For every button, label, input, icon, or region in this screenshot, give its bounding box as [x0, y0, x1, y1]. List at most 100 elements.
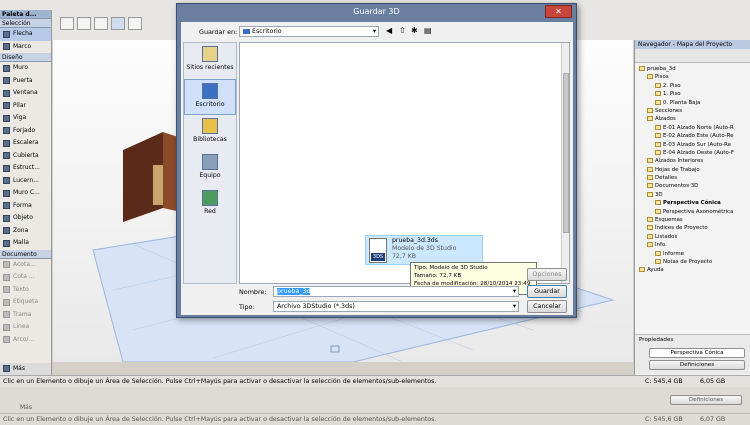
tool-diseno-8[interactable]: Estruct...	[0, 162, 51, 175]
tool-diseno-9[interactable]: Lucern...	[0, 175, 51, 188]
tree-item[interactable]: Notas de Proyecto	[639, 258, 750, 266]
tool-seleccion-1[interactable]: Marco	[0, 41, 51, 54]
tool-diseno-icon	[3, 239, 10, 247]
tree-item[interactable]: E-04 Alzado Oeste (Auto-F	[639, 149, 750, 157]
marquee-tool-icon[interactable]	[77, 17, 91, 30]
tool-diseno-1[interactable]: Puerta	[0, 75, 51, 88]
tree-item[interactable]: Índices de Proyecto	[639, 224, 750, 232]
tool-documento-icon	[3, 323, 10, 331]
dialog-title: Guardar 3D	[353, 7, 400, 16]
tree-node-icon	[639, 66, 645, 71]
tree-item[interactable]: Info.	[639, 241, 750, 249]
mas-button[interactable]: Más	[0, 362, 51, 375]
tree-item[interactable]: Ayuda	[639, 266, 750, 274]
tool-documento-6[interactable]: Arco/...	[0, 334, 51, 347]
back-icon[interactable]: ◀	[386, 26, 392, 35]
tree-node-icon	[655, 141, 661, 147]
tool-documento-4[interactable]: Trama	[0, 309, 51, 322]
tree-item[interactable]: Secciones	[639, 107, 750, 115]
tree-node-icon	[647, 217, 653, 223]
tool-diseno-5[interactable]: Forjado	[0, 125, 51, 138]
place-0[interactable]: Sitios recientes	[184, 43, 236, 79]
nombre-value: prueba_3d	[277, 288, 311, 295]
tool-diseno-icon	[3, 152, 10, 160]
new-folder-icon[interactable]: ✱	[411, 26, 418, 35]
tool-diseno-14[interactable]: Malla	[0, 237, 51, 250]
tree-item[interactable]: Hojas de Trabajo	[639, 166, 750, 174]
nombre-input[interactable]: prueba_3d ▾	[273, 286, 519, 297]
tree-item[interactable]: Detalles	[639, 174, 750, 182]
tree-item[interactable]: Perspectiva Axonométrica	[639, 208, 750, 216]
tree-item[interactable]: 1. Piso	[639, 90, 750, 98]
dialog-body: Guardar en: Escritorio ▾ ◀ ⇧ ✱ ▤ Sitios …	[181, 22, 573, 315]
place-2[interactable]: Bibliotecas	[184, 115, 236, 151]
tree-item[interactable]: 0. Planta Baja	[639, 99, 750, 107]
opciones-button[interactable]: Opciones	[527, 268, 567, 281]
tree-item[interactable]: E-02 Alzado Este (Auto-Re	[639, 132, 750, 140]
cancelar-button[interactable]: Cancelar	[527, 300, 567, 313]
up-folder-icon[interactable]: ⇧	[399, 26, 406, 35]
tree-item[interactable]: Documentos 3D	[639, 182, 750, 190]
tree-item-label: Perspectiva Cónica	[663, 200, 721, 207]
tree-item[interactable]: E-03 Alzado Sur (Auto-Re	[639, 141, 750, 149]
tool-diseno-icon	[3, 89, 10, 97]
hand-tool-icon[interactable]	[111, 17, 125, 30]
tree-item-label: E-03 Alzado Sur (Auto-Re	[663, 141, 731, 148]
tool-diseno-6[interactable]: Escalera	[0, 137, 51, 150]
tool-diseno-12[interactable]: Objeto	[0, 212, 51, 225]
tool-diseno-3[interactable]: Pilar	[0, 100, 51, 113]
tool-documento-5[interactable]: Línea	[0, 321, 51, 334]
tree-item[interactable]: Alzados Interiores	[639, 157, 750, 165]
tool-diseno-0[interactable]: Muro	[0, 62, 51, 75]
tipo-select[interactable]: Archivo 3DStudio (*.3ds) ▾	[273, 301, 519, 312]
tree-item[interactable]: Esquemas	[639, 216, 750, 224]
perspective-field[interactable]: Perspectiva Cónica	[649, 348, 745, 358]
place-3[interactable]: Equipo	[184, 151, 236, 187]
tool-diseno-11[interactable]: Forma	[0, 200, 51, 213]
tool-diseno-10[interactable]: Muro C...	[0, 187, 51, 200]
tool-documento-2[interactable]: Texto	[0, 284, 51, 297]
tool-documento-label: Línea	[13, 323, 30, 330]
close-button[interactable]: ✕	[545, 5, 572, 18]
tool-documento-3[interactable]: Etiqueta	[0, 296, 51, 309]
tree-item[interactable]: 2. Piso	[639, 82, 750, 90]
file-list-scrollbar[interactable]	[561, 43, 569, 283]
place-label: Equipo	[199, 172, 221, 179]
tool-documento-1[interactable]: Cota ...	[0, 271, 51, 284]
definiciones-button[interactable]: Definiciones	[649, 360, 745, 370]
tool-diseno-icon	[3, 127, 10, 135]
tree-item[interactable]: E-01 Alzado Norte (Auto-R	[639, 124, 750, 132]
tree-item[interactable]: Pisos	[639, 73, 750, 81]
navigator-panel: Navegador - Mapa del Proyecto prueba_3d P…	[634, 40, 750, 375]
rotate-tool-icon[interactable]	[94, 17, 108, 30]
file-type: Modelo de 3D Studio	[392, 245, 457, 252]
tool-diseno-4[interactable]: Viga	[0, 112, 51, 125]
view-menu-icon[interactable]: ▤	[424, 26, 432, 35]
chevron-down-icon: ▾	[372, 28, 376, 35]
orbit-tool-icon[interactable]	[128, 17, 142, 30]
place-icon	[202, 118, 218, 134]
tool-diseno-13[interactable]: Zona	[0, 225, 51, 238]
tool-seleccion-0[interactable]: Flecha	[0, 28, 51, 41]
tree-item[interactable]: Perspectiva Cónica	[639, 199, 750, 207]
status-bar: Clic en un Elemento o dibuje un Área de …	[0, 375, 750, 387]
place-icon	[202, 46, 218, 62]
arrow-tool-icon[interactable]	[60, 17, 74, 30]
guardar-button[interactable]: Guardar	[527, 285, 567, 298]
file-item[interactable]: 3DS prueba_3d.3ds Modelo de 3D Studio 72…	[365, 235, 483, 265]
scrollbar-thumb[interactable]	[563, 73, 569, 233]
guardar-en-select[interactable]: Escritorio ▾	[239, 26, 379, 37]
tree-node-icon	[655, 99, 661, 105]
tree-item[interactable]: Alzados	[639, 115, 750, 123]
tree-item[interactable]: Informe	[639, 250, 750, 258]
tool-diseno-2[interactable]: Ventana	[0, 87, 51, 100]
place-4[interactable]: Red	[184, 187, 236, 223]
tree-item[interactable]: prueba_3d	[639, 65, 750, 73]
tool-diseno-icon	[3, 177, 10, 185]
tree-item[interactable]: 3D	[639, 191, 750, 199]
tool-documento-0[interactable]: Acota...	[0, 259, 51, 272]
place-1[interactable]: Escritorio	[184, 79, 236, 115]
tree-node-icon	[647, 74, 653, 80]
tool-diseno-7[interactable]: Cubierta	[0, 150, 51, 163]
tree-item[interactable]: Listados	[639, 233, 750, 241]
